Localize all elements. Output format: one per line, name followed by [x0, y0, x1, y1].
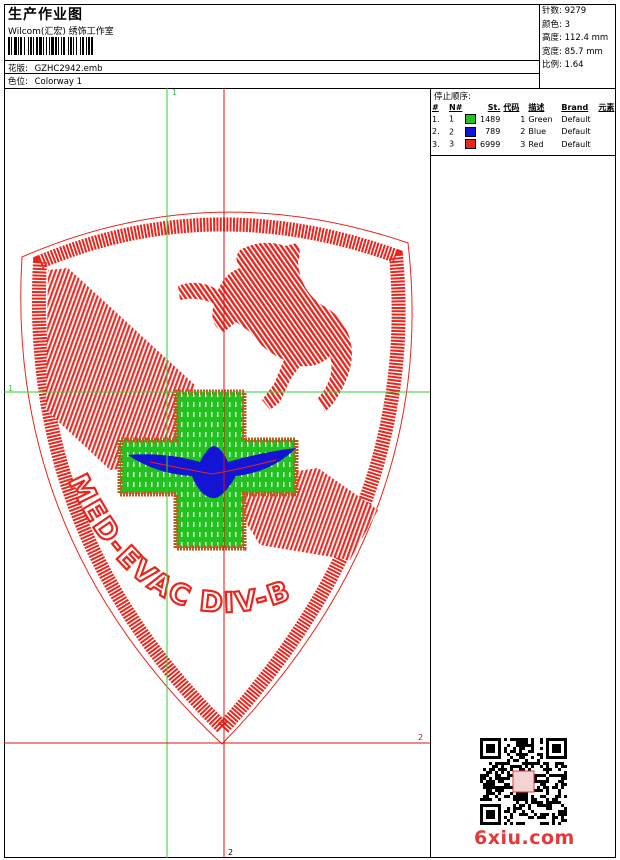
guide-label: 1: [172, 88, 178, 97]
guide-label: 1: [8, 384, 14, 393]
qr-code: [480, 738, 567, 825]
watermark-logo: 6xiu.com: [474, 827, 575, 849]
embroidery-preview: MED-EVAC DIV-BG: [0, 0, 567, 858]
horse-figure: [178, 242, 352, 412]
guide-label: 2: [418, 733, 424, 742]
guide-label: 2: [228, 848, 234, 857]
